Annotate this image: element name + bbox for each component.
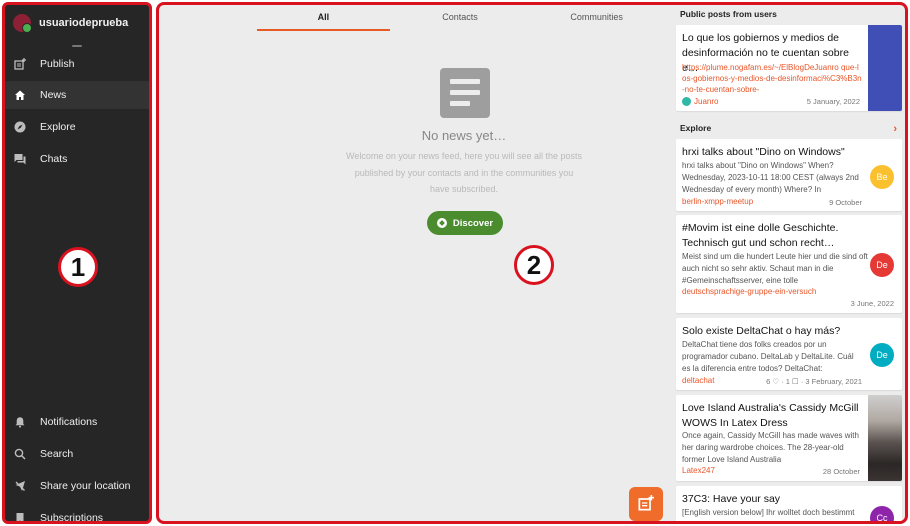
card-title: 37C3: Have your say bbox=[682, 493, 781, 505]
public-post-card[interactable]: Lo que los gobiernos y medios de desinfo… bbox=[676, 25, 902, 111]
sidebar-item-share-location[interactable]: Share your location bbox=[5, 472, 149, 500]
chat-icon bbox=[13, 153, 26, 166]
sidebar-item-label: Subscriptions bbox=[40, 512, 104, 524]
bell-icon bbox=[13, 416, 26, 429]
community-avatar: De bbox=[870, 253, 894, 277]
compass-icon bbox=[13, 121, 26, 134]
card-title: Love Island Australia's Cassidy McGill W… bbox=[682, 402, 859, 429]
sidebar-item-label: Chats bbox=[40, 153, 68, 165]
sidebar-item-news[interactable]: News bbox=[5, 81, 149, 109]
empty-feed-title: No news yet… bbox=[421, 128, 507, 143]
card-excerpt: DeltaChat tiene dos folks creados por un… bbox=[682, 340, 854, 373]
news-feed: All Contacts Communities No news yet… We… bbox=[159, 5, 670, 521]
drag-handle[interactable] bbox=[72, 45, 82, 47]
sidebar-item-chats[interactable]: Chats bbox=[5, 145, 149, 173]
explore-card[interactable]: Love Island Australia's Cassidy McGill W… bbox=[676, 395, 902, 481]
search-icon bbox=[13, 448, 26, 461]
explore-card[interactable]: #Movim ist eine dolle Geschichte. Techni… bbox=[676, 215, 902, 313]
sidebar-item-search[interactable]: Search bbox=[5, 440, 149, 468]
explore-card[interactable]: hrxi talks about "Dino on Windows" hrxi … bbox=[676, 139, 902, 211]
post-author: Juanro bbox=[682, 97, 719, 107]
card-excerpt: hrxi talks about "Dino on Windows" When?… bbox=[682, 161, 859, 194]
post-date: 5 January, 2022 bbox=[806, 97, 860, 106]
card-community-link[interactable]: deltachat bbox=[682, 376, 714, 385]
avatar bbox=[13, 14, 32, 33]
sidebar-item-subscriptions[interactable]: Subscriptions bbox=[5, 504, 149, 524]
card-excerpt: Meist sind um die hundert Leute hier und… bbox=[682, 252, 868, 285]
side-column: Public posts from users Lo que los gobie… bbox=[672, 5, 905, 521]
card-excerpt: [English version below] Ihr wolltet doch… bbox=[682, 508, 855, 521]
post-link[interactable]: https://plume.nogafam.es/~/ElBlogDeJuanr… bbox=[682, 62, 862, 95]
publish-icon bbox=[13, 58, 26, 71]
community-avatar: Be bbox=[870, 165, 894, 189]
user-profile[interactable]: usuariodeprueba bbox=[5, 5, 149, 41]
sidebar-item-explore[interactable]: Explore bbox=[5, 113, 149, 141]
discover-label: Discover bbox=[452, 217, 494, 229]
card-community-link[interactable]: Latex247 bbox=[682, 466, 715, 475]
card-community-link[interactable]: deutschsprachige-gruppe-ein-versuch bbox=[682, 287, 816, 296]
card-title: #Movim ist eine dolle Geschichte. Techni… bbox=[682, 222, 839, 249]
sidebar-item-label: Explore bbox=[40, 121, 76, 133]
annotation-marker-2: 2 bbox=[514, 245, 554, 285]
empty-feed-description: Welcome on your news feed, here you will… bbox=[346, 151, 582, 194]
tab-all[interactable]: All bbox=[255, 5, 392, 31]
post-thumbnail bbox=[868, 25, 902, 111]
sidebar-item-label: Publish bbox=[40, 58, 75, 70]
sidebar-item-publish[interactable]: Publish bbox=[5, 50, 149, 78]
compass-icon bbox=[436, 218, 447, 228]
sidebar-item-label: Search bbox=[40, 448, 74, 460]
sidebar-item-notifications[interactable]: Notifications bbox=[5, 408, 149, 436]
author-name: Juanro bbox=[694, 97, 719, 106]
discover-button[interactable]: Discover bbox=[427, 211, 503, 235]
post-image bbox=[868, 395, 902, 481]
author-avatar bbox=[682, 97, 691, 107]
publish-icon bbox=[638, 494, 654, 514]
card-stats: 6 ♡ · 1 ☐ · 3 February, 2021 bbox=[766, 377, 862, 386]
community-avatar: Cc bbox=[870, 506, 894, 521]
news-placeholder-icon bbox=[440, 68, 490, 118]
tab-communities[interactable]: Communities bbox=[528, 5, 665, 31]
username: usuariodeprueba bbox=[39, 17, 129, 29]
annotation-marker-1: 1 bbox=[58, 247, 98, 287]
card-title: Solo existe DeltaChat o hay más? bbox=[682, 325, 841, 337]
card-date: 9 October bbox=[829, 198, 862, 207]
home-icon bbox=[13, 89, 26, 102]
tab-contacts[interactable]: Contacts bbox=[392, 5, 529, 31]
card-title: hrxi talks about "Dino on Windows" bbox=[682, 146, 845, 158]
card-community-link[interactable]: berlin-xmpp-meetup bbox=[682, 197, 753, 206]
community-avatar: De bbox=[870, 343, 894, 367]
sidebar-item-label: News bbox=[40, 89, 67, 101]
public-posts-heading: Public posts from users bbox=[680, 9, 777, 19]
card-excerpt: Once again, Cassidy McGill has made wave… bbox=[682, 431, 859, 464]
main-panel: All Contacts Communities No news yet… We… bbox=[156, 2, 908, 524]
explore-heading: Explore bbox=[680, 123, 712, 133]
explore-card[interactable]: 37C3: Have your say [English version bel… bbox=[676, 486, 902, 521]
publish-fab-button[interactable] bbox=[629, 487, 663, 521]
chevron-right-icon[interactable]: › bbox=[893, 123, 897, 135]
location-off-icon bbox=[13, 480, 26, 493]
sidebar-item-label: Share your location bbox=[40, 480, 131, 492]
bookmark-icon bbox=[13, 512, 26, 521]
feed-tabs: All Contacts Communities bbox=[255, 5, 665, 31]
card-date: 3 June, 2022 bbox=[850, 299, 894, 308]
sidebar-item-label: Notifications bbox=[40, 416, 98, 428]
sidebar: usuariodeprueba Publish News Explore Cha… bbox=[2, 2, 152, 524]
card-date: 28 October bbox=[822, 467, 860, 476]
explore-card[interactable]: Solo existe DeltaChat o hay más? DeltaCh… bbox=[676, 318, 902, 390]
